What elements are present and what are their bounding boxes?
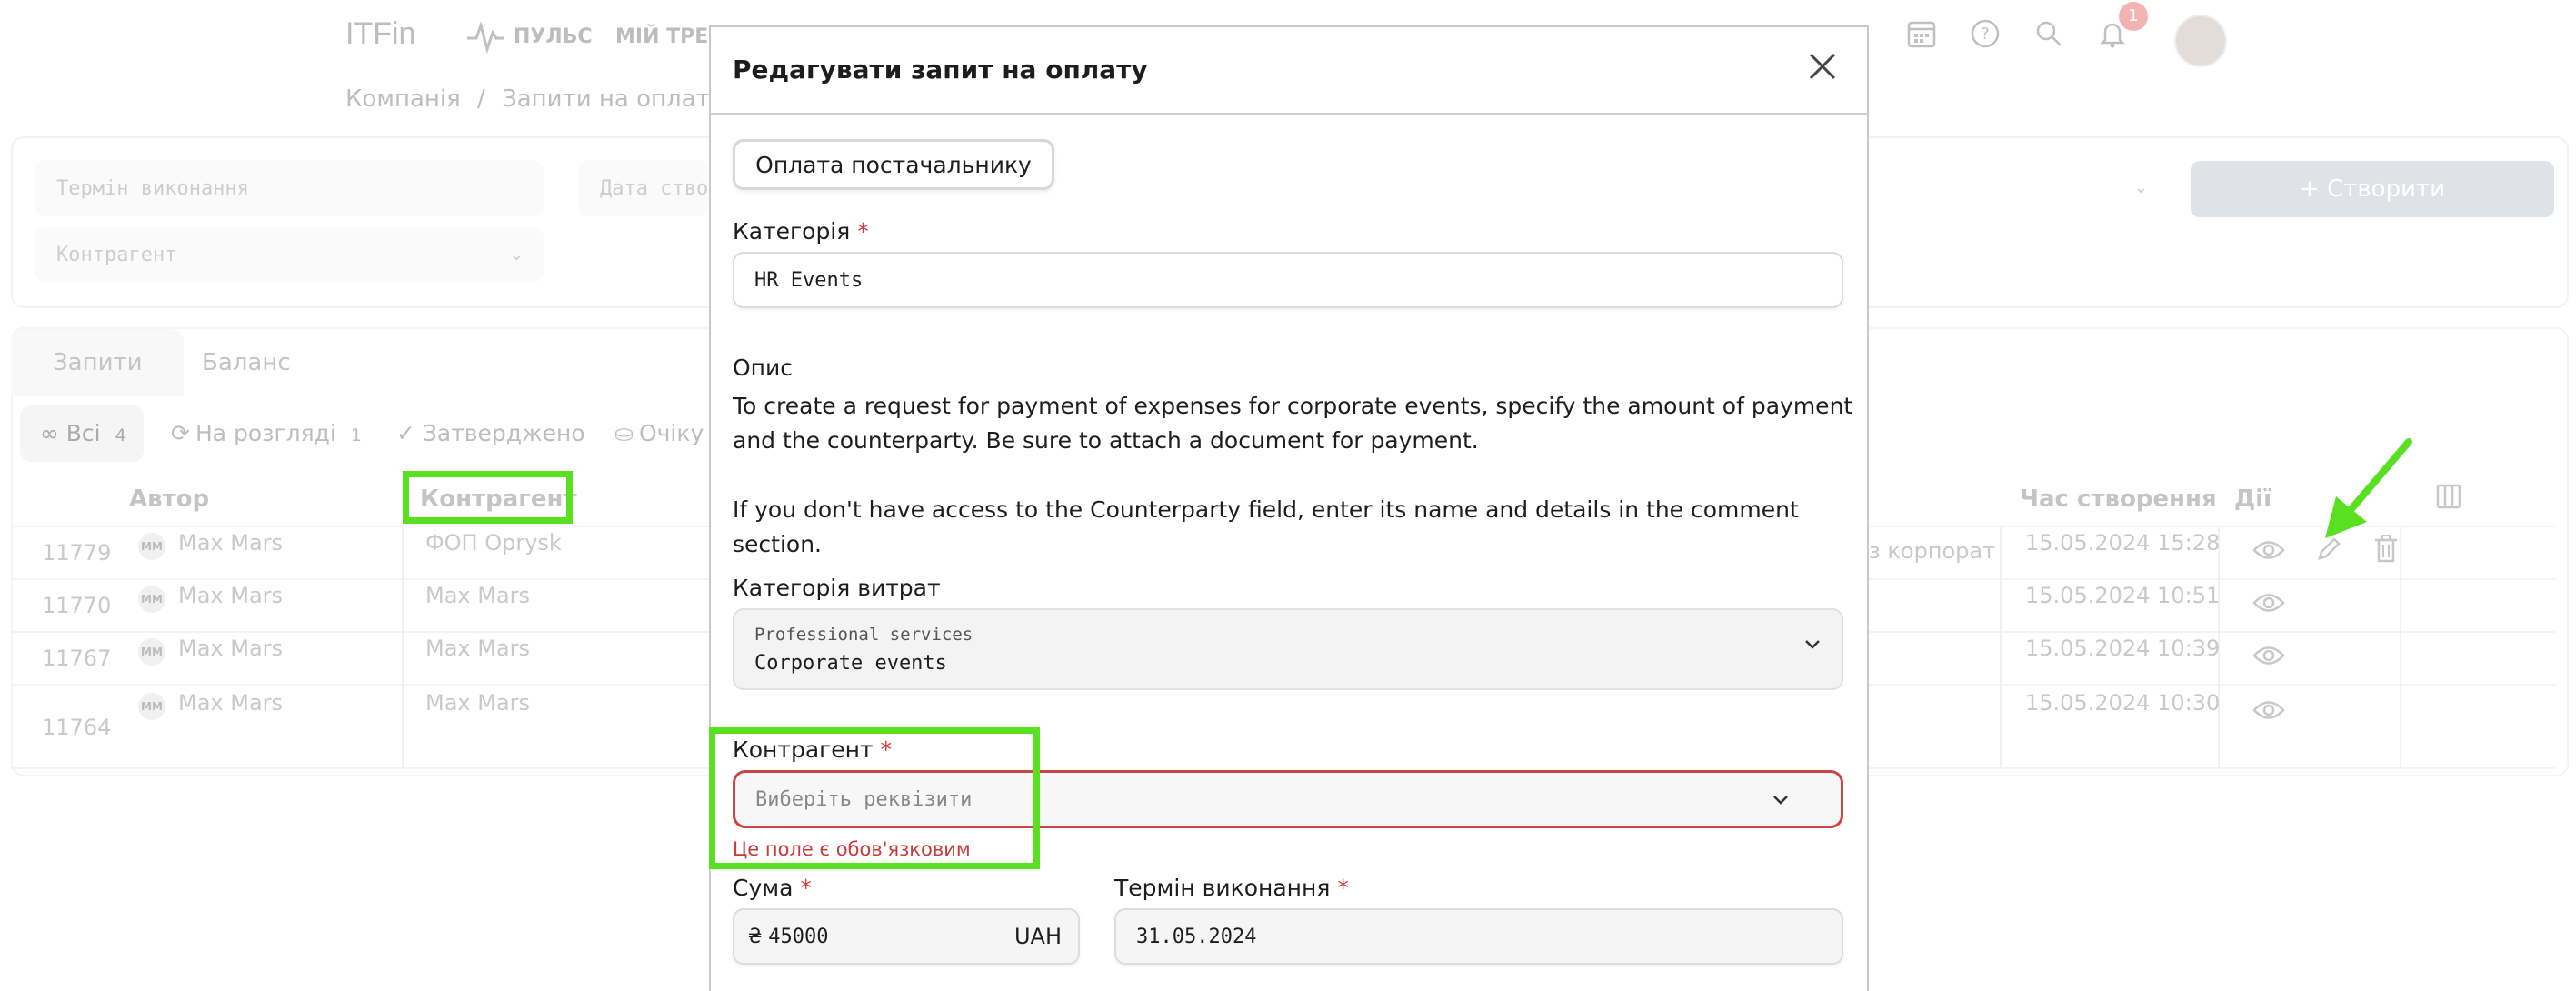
category-label-text: Категорія: [733, 218, 851, 245]
notification-badge: 1: [2119, 2, 2148, 31]
filter-all[interactable]: ∞ Всі 4: [40, 420, 126, 446]
highlight-counterparty-field: [709, 727, 1040, 869]
help-icon[interactable]: ?: [1967, 18, 2003, 55]
created-date-filter[interactable]: Дата ство: [578, 160, 709, 216]
category-input[interactable]: HR Events: [733, 252, 1843, 308]
expense-category-select[interactable]: Professional services Corporate events: [733, 608, 1843, 690]
row-id: 11767: [42, 646, 112, 671]
modal-title: Редагувати запит на оплату: [733, 55, 1148, 85]
row-counterparty: Max Mars: [425, 690, 531, 716]
tab-requests[interactable]: Запити: [53, 349, 143, 376]
filter-pending[interactable]: ⛀ Очіку: [614, 420, 704, 446]
eye-icon[interactable]: [2252, 589, 2285, 616]
row-created: 15.05.2024 10:39: [2025, 636, 2221, 661]
create-button[interactable]: + Створити: [2191, 161, 2554, 217]
required-mark: *: [1337, 875, 1349, 901]
deadline-label: Термін виконання *: [1114, 875, 1349, 901]
row-counterparty: ФОП Oprysk: [425, 530, 562, 556]
columns-icon[interactable]: [2436, 484, 2461, 509]
filter-review-count: 1: [350, 425, 362, 445]
breadcrumb-separator: /: [477, 85, 485, 113]
app-logo[interactable]: ITFin: [345, 16, 415, 52]
calendar-icon[interactable]: [1903, 18, 1940, 55]
row-author: Max Mars: [178, 583, 284, 608]
refresh-icon: ⟳: [171, 420, 190, 446]
counterparty-filter[interactable]: Контрагент ⌄: [35, 227, 544, 282]
avatar: MM: [138, 638, 165, 666]
category-label: Категорія *: [733, 218, 869, 245]
search-icon[interactable]: [2031, 18, 2067, 55]
eye-icon[interactable]: [2252, 536, 2285, 564]
description-label: Опис: [733, 355, 794, 381]
eye-icon[interactable]: [2252, 642, 2285, 669]
expense-category-group: Professional services: [754, 625, 973, 645]
amount-currency: UAH: [1013, 924, 1062, 949]
tab-balance[interactable]: Баланс: [202, 349, 291, 376]
row-author: Max Mars: [178, 636, 284, 661]
col-actions: Дії: [2234, 485, 2271, 513]
required-mark: *: [857, 218, 869, 245]
description-text: To create a request for payment of expen…: [733, 393, 1853, 454]
chevron-down-icon: ⌄: [509, 245, 524, 265]
deadline-label-text: Термін виконання: [1114, 875, 1331, 901]
required-mark: *: [800, 875, 812, 901]
deadline-input[interactable]: 31.05.2024: [1114, 908, 1843, 965]
amount-label-text: Сума: [733, 875, 794, 901]
row-author: Max Mars: [178, 530, 284, 556]
filter-pending-label: Очіку: [638, 420, 704, 446]
filter-all-label: ∞ Всі: [40, 420, 101, 446]
chevron-down-icon: [1803, 637, 1822, 655]
amount-label: Сума *: [733, 875, 812, 901]
row-author: Max Mars: [178, 690, 284, 716]
row-id: 11770: [42, 593, 112, 618]
eye-icon[interactable]: [2252, 696, 2285, 724]
amount-input[interactable]: ₴ 45000 UAH: [733, 908, 1080, 965]
row-id: 11764: [42, 715, 112, 740]
avatar: MM: [138, 693, 165, 720]
filter-review[interactable]: ⟳ На розгляді 1: [171, 420, 362, 446]
row-created: 15.05.2024 10:51: [2025, 583, 2221, 608]
breadcrumb-company[interactable]: Компанія: [345, 85, 461, 113]
close-icon[interactable]: [1807, 49, 1838, 89]
expense-category-value: Corporate events: [754, 652, 947, 675]
payment-type-button[interactable]: Оплата постачальнику: [733, 139, 1054, 190]
coins-icon: ⛀: [614, 420, 634, 446]
annotation-arrow-icon: [2318, 435, 2418, 544]
filter-review-label: На розгляді: [195, 420, 336, 446]
nav-pulse[interactable]: ПУЛЬС: [514, 25, 593, 48]
filter-all-count: 4: [115, 425, 126, 445]
hryvnia-icon: ₴: [749, 925, 762, 948]
row-id: 11779: [42, 540, 112, 566]
filter-approved[interactable]: ✓ Затверджено: [396, 420, 585, 446]
breadcrumb-current: Запити на оплату: [502, 85, 724, 113]
chevron-down-icon: ⌄: [2134, 178, 2149, 197]
row-description: з корпорат: [1869, 538, 1996, 564]
user-avatar[interactable]: [2174, 15, 2227, 67]
pulse-icon: [465, 18, 505, 55]
expense-category-label: Категорія витрат: [733, 575, 941, 601]
breadcrumb: Компанія / Запити на оплату: [345, 85, 724, 113]
row-created: 15.05.2024 15:28: [2025, 530, 2221, 556]
deadline-filter[interactable]: Термін виконання: [35, 160, 544, 216]
highlight-counterparty-column: [403, 471, 573, 524]
chevron-down-icon: [1772, 793, 1790, 810]
svg-text:?: ?: [1981, 25, 1990, 44]
amount-value: 45000: [768, 925, 829, 948]
modal-divider: [711, 113, 1867, 115]
row-counterparty: Max Mars: [425, 636, 531, 661]
description-note: If you don't have access to the Counterp…: [733, 496, 1799, 557]
row-counterparty: Max Mars: [425, 583, 531, 608]
avatar: MM: [138, 586, 165, 613]
col-created-time[interactable]: Час створення: [2020, 485, 2217, 513]
row-created: 15.05.2024 10:30: [2025, 690, 2221, 716]
counterparty-filter-label: Контрагент: [56, 243, 177, 266]
col-author[interactable]: Автор: [129, 485, 209, 513]
avatar: MM: [138, 533, 165, 560]
